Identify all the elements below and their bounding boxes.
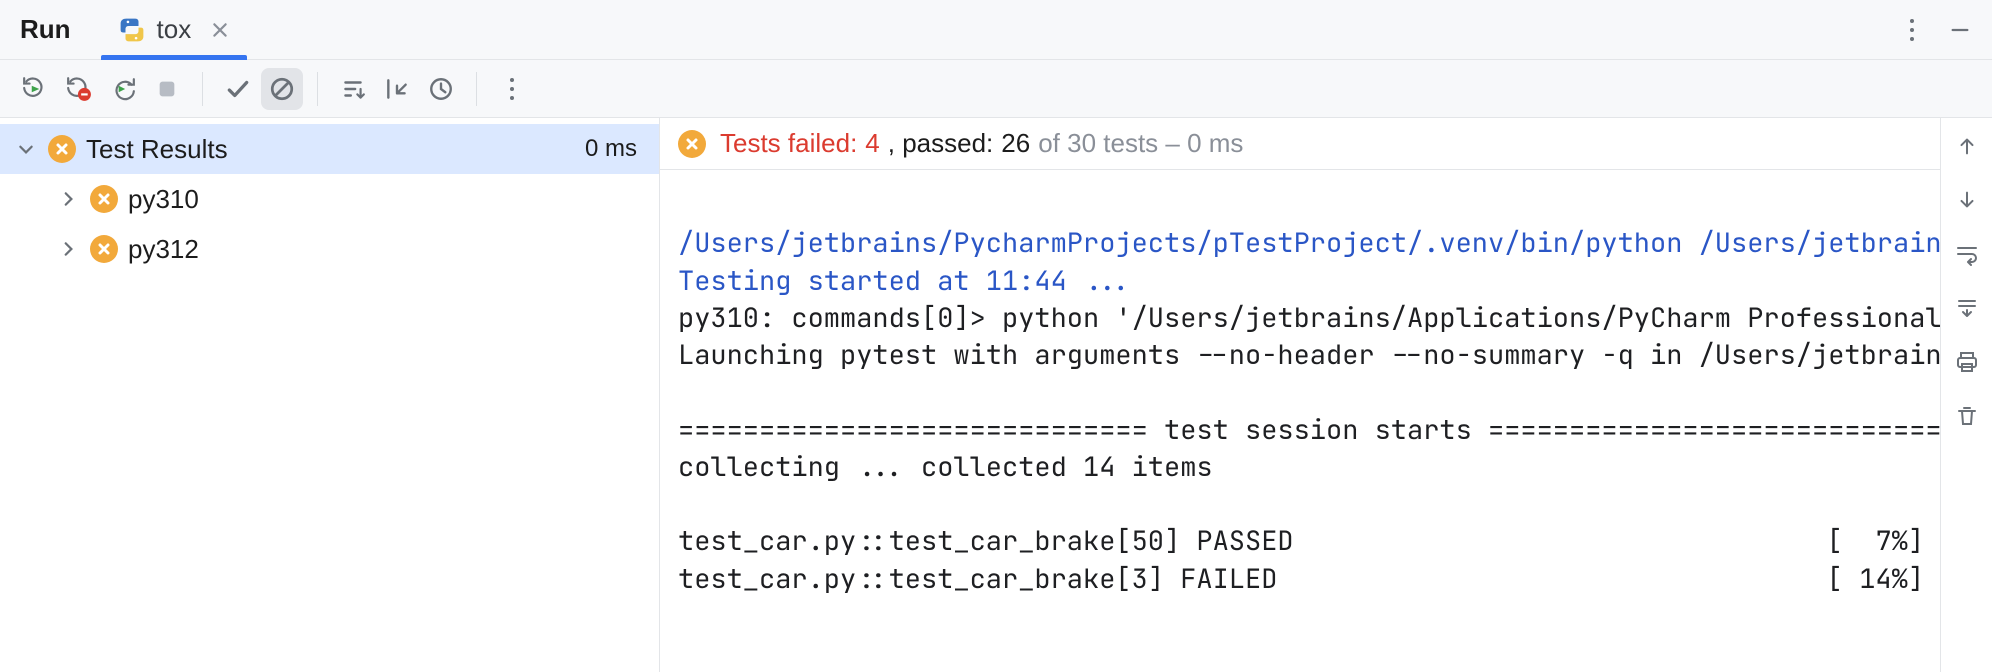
console-pct: [ 7%] (1804, 523, 1924, 560)
chevron-down-icon (14, 137, 38, 161)
console-output[interactable]: /Users/jetbrains/PycharmProjects/pTestPr… (660, 170, 1940, 672)
console-line: Testing started at 11:44 ... (678, 263, 1132, 299)
up-icon[interactable] (1947, 126, 1987, 166)
scroll-to-end-icon[interactable] (1947, 288, 1987, 328)
status-failed-icon (678, 130, 706, 158)
down-icon[interactable] (1947, 180, 1987, 220)
console-line: test_car.py::test_car_brake[3] FAILED (678, 561, 1804, 598)
summary-failed-label: Tests failed: (720, 128, 857, 159)
console-pct: [ 14%] (1804, 561, 1924, 598)
summary-passed-count: 26 (1001, 128, 1030, 159)
close-tab-icon[interactable] (211, 21, 229, 39)
stop-button[interactable] (146, 68, 188, 110)
tree-node-py312[interactable]: py312 (0, 224, 659, 274)
status-failed-icon (90, 235, 118, 263)
more-icon[interactable] (1892, 10, 1932, 50)
console-line: test_car.py::test_car_brake[50] PASSED (678, 523, 1804, 560)
rerun-failed-button[interactable] (58, 68, 100, 110)
soft-wrap-icon[interactable] (1947, 234, 1987, 274)
tree-root-test-results[interactable]: Test Results 0 ms (0, 124, 659, 174)
print-icon[interactable] (1947, 342, 1987, 382)
import-tests-button[interactable] (376, 68, 418, 110)
summary-of-text: of 30 tests – 0 ms (1038, 128, 1243, 159)
show-passed-button[interactable] (217, 68, 259, 110)
trash-icon[interactable] (1947, 396, 1987, 436)
chevron-right-icon (56, 187, 80, 211)
toolbar-separator (202, 72, 203, 106)
show-ignored-button[interactable] (261, 68, 303, 110)
tree-node-py310[interactable]: py310 (0, 174, 659, 224)
tree-root-time: 0 ms (585, 135, 637, 163)
console-line: Launching pytest with arguments --no-hea… (678, 337, 1940, 373)
tab-tox[interactable]: tox (101, 0, 248, 59)
test-toolbar (0, 60, 1992, 118)
console-line: collecting ... collected 14 items (678, 449, 1213, 485)
console-pane: Tests failed: 4 , passed: 26 of 30 tests … (660, 118, 1940, 672)
test-summary-bar: Tests failed: 4 , passed: 26 of 30 tests … (660, 118, 1940, 170)
chevron-right-icon (56, 237, 80, 261)
status-failed-icon (48, 135, 76, 163)
tool-window-title: Run (20, 14, 71, 45)
tool-window-tabbar: Run tox (0, 0, 1992, 60)
python-tox-icon (119, 17, 145, 43)
toolbar-more-icon[interactable] (491, 68, 533, 110)
toggle-auto-test-button[interactable] (102, 68, 144, 110)
summary-passed-label: , passed: (888, 128, 994, 159)
tab-label: tox (157, 14, 192, 45)
console-right-toolbar (1940, 118, 1992, 672)
rerun-button[interactable] (14, 68, 56, 110)
main-split: Test Results 0 ms py310 py312 (0, 118, 1992, 672)
tree-root-label: Test Results (86, 134, 228, 165)
toolbar-separator (476, 72, 477, 106)
sort-button[interactable] (332, 68, 374, 110)
console-line: py310: commands[0]> python '/Users/jetbr… (678, 300, 1940, 336)
minimize-icon[interactable] (1940, 10, 1980, 50)
console-line: ============================= test sessi… (678, 412, 1940, 448)
test-history-button[interactable] (420, 68, 462, 110)
toolbar-separator (317, 72, 318, 106)
tree-node-label: py312 (128, 234, 199, 265)
test-tree-pane: Test Results 0 ms py310 py312 (0, 118, 660, 672)
console-line: /Users/jetbrains/PycharmProjects/pTestPr… (678, 225, 1940, 261)
tree-node-label: py310 (128, 184, 199, 215)
summary-failed-count: 4 (865, 128, 879, 159)
status-failed-icon (90, 185, 118, 213)
